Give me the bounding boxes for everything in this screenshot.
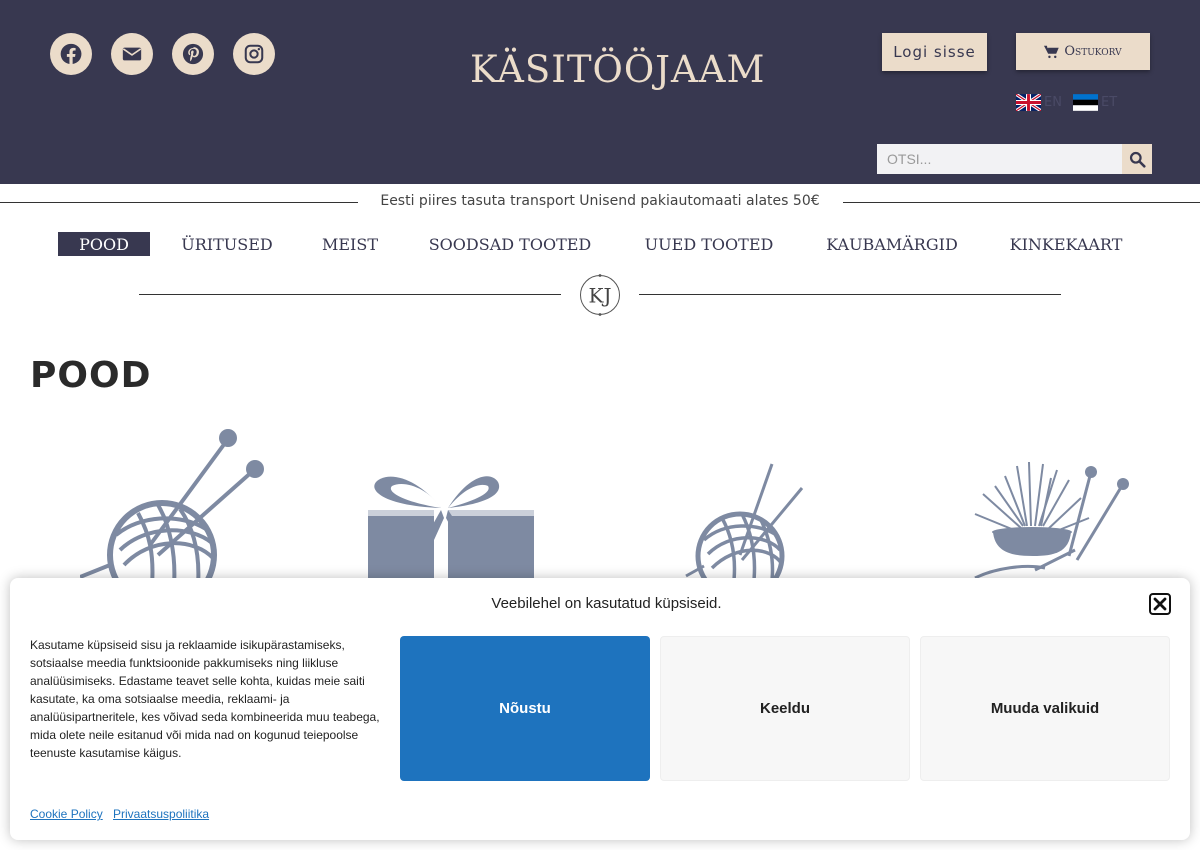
search-input[interactable] (877, 144, 1122, 174)
accept-button[interactable]: Nõustu (400, 636, 650, 781)
search-button[interactable] (1122, 144, 1152, 174)
language-en-label: EN (1044, 95, 1062, 110)
divider-line (843, 202, 1200, 203)
site-header: KÄSITÖÖJAAM Logi sisse Ostukorv EN ET (0, 0, 1200, 184)
cart-icon (1044, 45, 1060, 58)
nav-item-soodsad-tooted[interactable]: SOODSAD TOOTED (410, 232, 610, 256)
divider-line (0, 202, 358, 203)
pinterest-icon[interactable] (172, 33, 214, 75)
yarn-ball-needles-icon[interactable] (680, 460, 820, 578)
divider-line (639, 294, 1061, 295)
nav-item-kinkekaart[interactable]: KINKEKAART (992, 232, 1140, 256)
cart-label: Ostukorv (1064, 44, 1122, 59)
site-logo[interactable]: KÄSITÖÖJAAM (470, 48, 765, 91)
pincushion-icon[interactable] (965, 456, 1135, 578)
kj-monogram-icon: KJ (580, 274, 620, 316)
language-et-label: ET (1101, 95, 1118, 110)
gift-box-icon[interactable] (368, 470, 534, 578)
cookie-banner: Veebilehel on kasutatud küpsiseid. Kasut… (10, 578, 1190, 840)
yarn-ball-needles-icon[interactable] (80, 425, 280, 578)
cookie-description: Kasutame küpsiseid sisu ja reklaamide is… (30, 638, 380, 760)
facebook-icon[interactable] (50, 33, 92, 75)
deny-button[interactable]: Keeldu (660, 636, 910, 781)
kj-monogram-text: KJ (589, 284, 612, 308)
cookie-title: Veebilehel on kasutatud küpsiseid. (491, 595, 722, 612)
close-icon[interactable] (1149, 593, 1171, 615)
shipping-notice: Eesti piires tasuta transport Unisend pa… (380, 193, 820, 209)
language-et[interactable]: ET (1073, 94, 1117, 111)
email-icon[interactable] (111, 33, 153, 75)
nav-item-kaubamargid[interactable]: KAUBAMÄRGID (808, 232, 976, 256)
instagram-icon[interactable] (233, 33, 275, 75)
nav-item-pood[interactable]: POOD (58, 232, 150, 256)
nav-item-uued-tooted[interactable]: UUED TOOTED (626, 232, 792, 256)
language-en[interactable]: EN (1016, 94, 1062, 111)
search-icon (1129, 151, 1146, 168)
login-button[interactable]: Logi sisse (882, 33, 987, 71)
cookie-policy-link[interactable]: Cookie Policy (30, 807, 103, 821)
flag-estonia-icon (1073, 94, 1098, 111)
nav-item-meist[interactable]: MEIST (304, 232, 396, 256)
divider-line (139, 294, 561, 295)
privacy-policy-link[interactable]: Privaatsuspoliitika (113, 807, 209, 821)
cart-button[interactable]: Ostukorv (1016, 33, 1150, 70)
nav-item-uritused[interactable]: ÜRITUSED (162, 232, 292, 256)
flag-uk-icon (1016, 94, 1041, 111)
preferences-button[interactable]: Muuda valikuid (920, 636, 1170, 781)
page-title: POOD (30, 355, 152, 396)
